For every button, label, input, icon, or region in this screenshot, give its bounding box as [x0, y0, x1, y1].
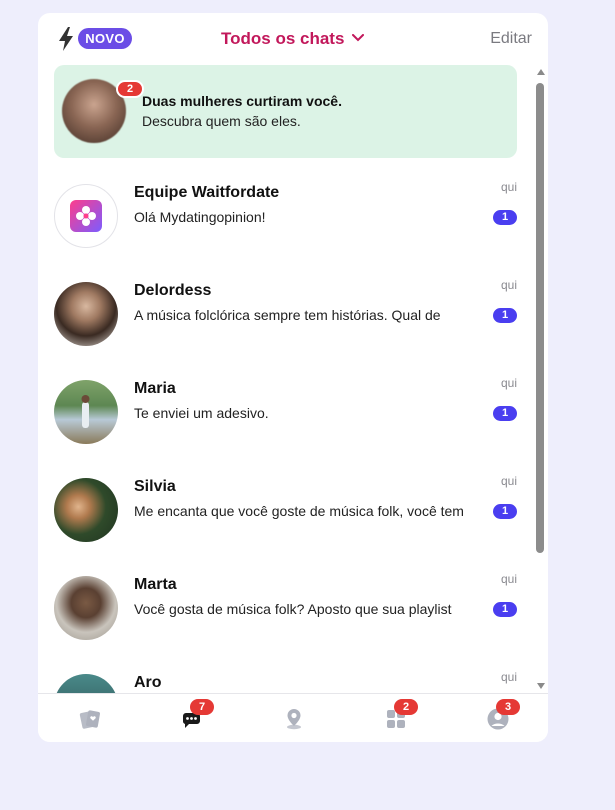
chats-badge: 7 [190, 699, 214, 715]
nav-chats[interactable]: 7 [140, 694, 242, 742]
nav-apps[interactable]: 2 [344, 694, 446, 742]
chat-row[interactable]: Delordess A música folclórica sempre tem… [38, 278, 534, 380]
chat-row[interactable]: Aro qui [38, 670, 534, 693]
chat-time: qui [500, 376, 517, 390]
avatar [54, 576, 118, 640]
scrollbar[interactable] [534, 69, 548, 693]
chat-name: Maria [134, 380, 176, 397]
chat-preview: A música folclórica sempre tem histórias… [134, 307, 441, 323]
chat-preview: Me encanta que você goste de música folk… [134, 503, 464, 519]
chat-name: Marta [134, 576, 177, 593]
chat-time: qui [500, 180, 517, 194]
scrollbar-thumb[interactable] [536, 83, 544, 553]
unread-badge: 1 [493, 210, 517, 225]
chat-filter-dropdown[interactable]: Todos os chats [221, 29, 365, 49]
unread-badge: 1 [493, 602, 517, 617]
avatar [54, 282, 118, 346]
chat-name: Silvia [134, 478, 176, 495]
chat-preview: Olá Mydatingopinion! [134, 209, 266, 225]
chat-row[interactable]: Equipe Waitfordate Olá Mydatingopinion! … [38, 180, 534, 282]
avatar [54, 380, 118, 444]
chat-time: qui [500, 278, 517, 292]
chat-panel: NOVO Todos os chats Editar 2 Duas mulher… [38, 13, 548, 742]
avatar [54, 184, 118, 248]
edit-button[interactable]: Editar [490, 30, 532, 48]
chat-row[interactable]: Silvia Me encanta que você goste de músi… [38, 474, 534, 576]
chat-time: qui [500, 572, 517, 586]
apps-badge: 2 [394, 699, 418, 715]
likes-count-badge: 2 [116, 80, 144, 98]
unread-badge: 1 [493, 308, 517, 323]
chat-row[interactable]: Maria Te enviei um adesivo. qui 1 [38, 376, 534, 478]
profile-badge: 3 [496, 699, 520, 715]
chat-name: Delordess [134, 282, 212, 299]
chat-time: qui [500, 474, 517, 488]
avatar [54, 674, 118, 693]
new-badge[interactable]: NOVO [78, 28, 132, 49]
unread-badge: 1 [493, 406, 517, 421]
chat-list: 2 Duas mulheres curtiram você. Descubra … [38, 65, 534, 693]
chat-name: Aro [134, 674, 162, 691]
likes-banner[interactable]: 2 Duas mulheres curtiram você. Descubra … [54, 65, 517, 158]
avatar [54, 478, 118, 542]
unread-badge: 1 [493, 504, 517, 519]
location-pin-icon [287, 709, 301, 730]
chat-name: Equipe Waitfordate [134, 184, 280, 201]
nav-profile[interactable]: 3 [446, 694, 548, 742]
lightning-icon [59, 27, 73, 51]
bottom-nav: 7 2 3 [38, 693, 548, 742]
scroll-down-arrow-icon[interactable] [537, 683, 545, 689]
chevron-down-icon [352, 34, 365, 42]
chat-row[interactable]: Marta Você gosta de música folk? Aposto … [38, 572, 534, 674]
chat-filter-label: Todos os chats [221, 29, 345, 48]
likes-banner-subtitle: Descubra quem são eles. [142, 113, 301, 129]
app-logo-icon [70, 200, 102, 232]
chat-preview: Você gosta de música folk? Aposto que su… [134, 601, 452, 617]
header: NOVO Todos os chats Editar [38, 13, 548, 65]
person-photo [81, 395, 90, 428]
chat-time: qui [500, 670, 517, 684]
nav-cards[interactable] [38, 694, 140, 742]
chat-preview: Te enviei um adesivo. [134, 405, 269, 421]
nav-nearby[interactable] [242, 694, 344, 742]
scroll-up-arrow-icon[interactable] [537, 69, 545, 75]
cards-icon [79, 710, 100, 729]
likes-banner-title: Duas mulheres curtiram você. [142, 93, 342, 109]
